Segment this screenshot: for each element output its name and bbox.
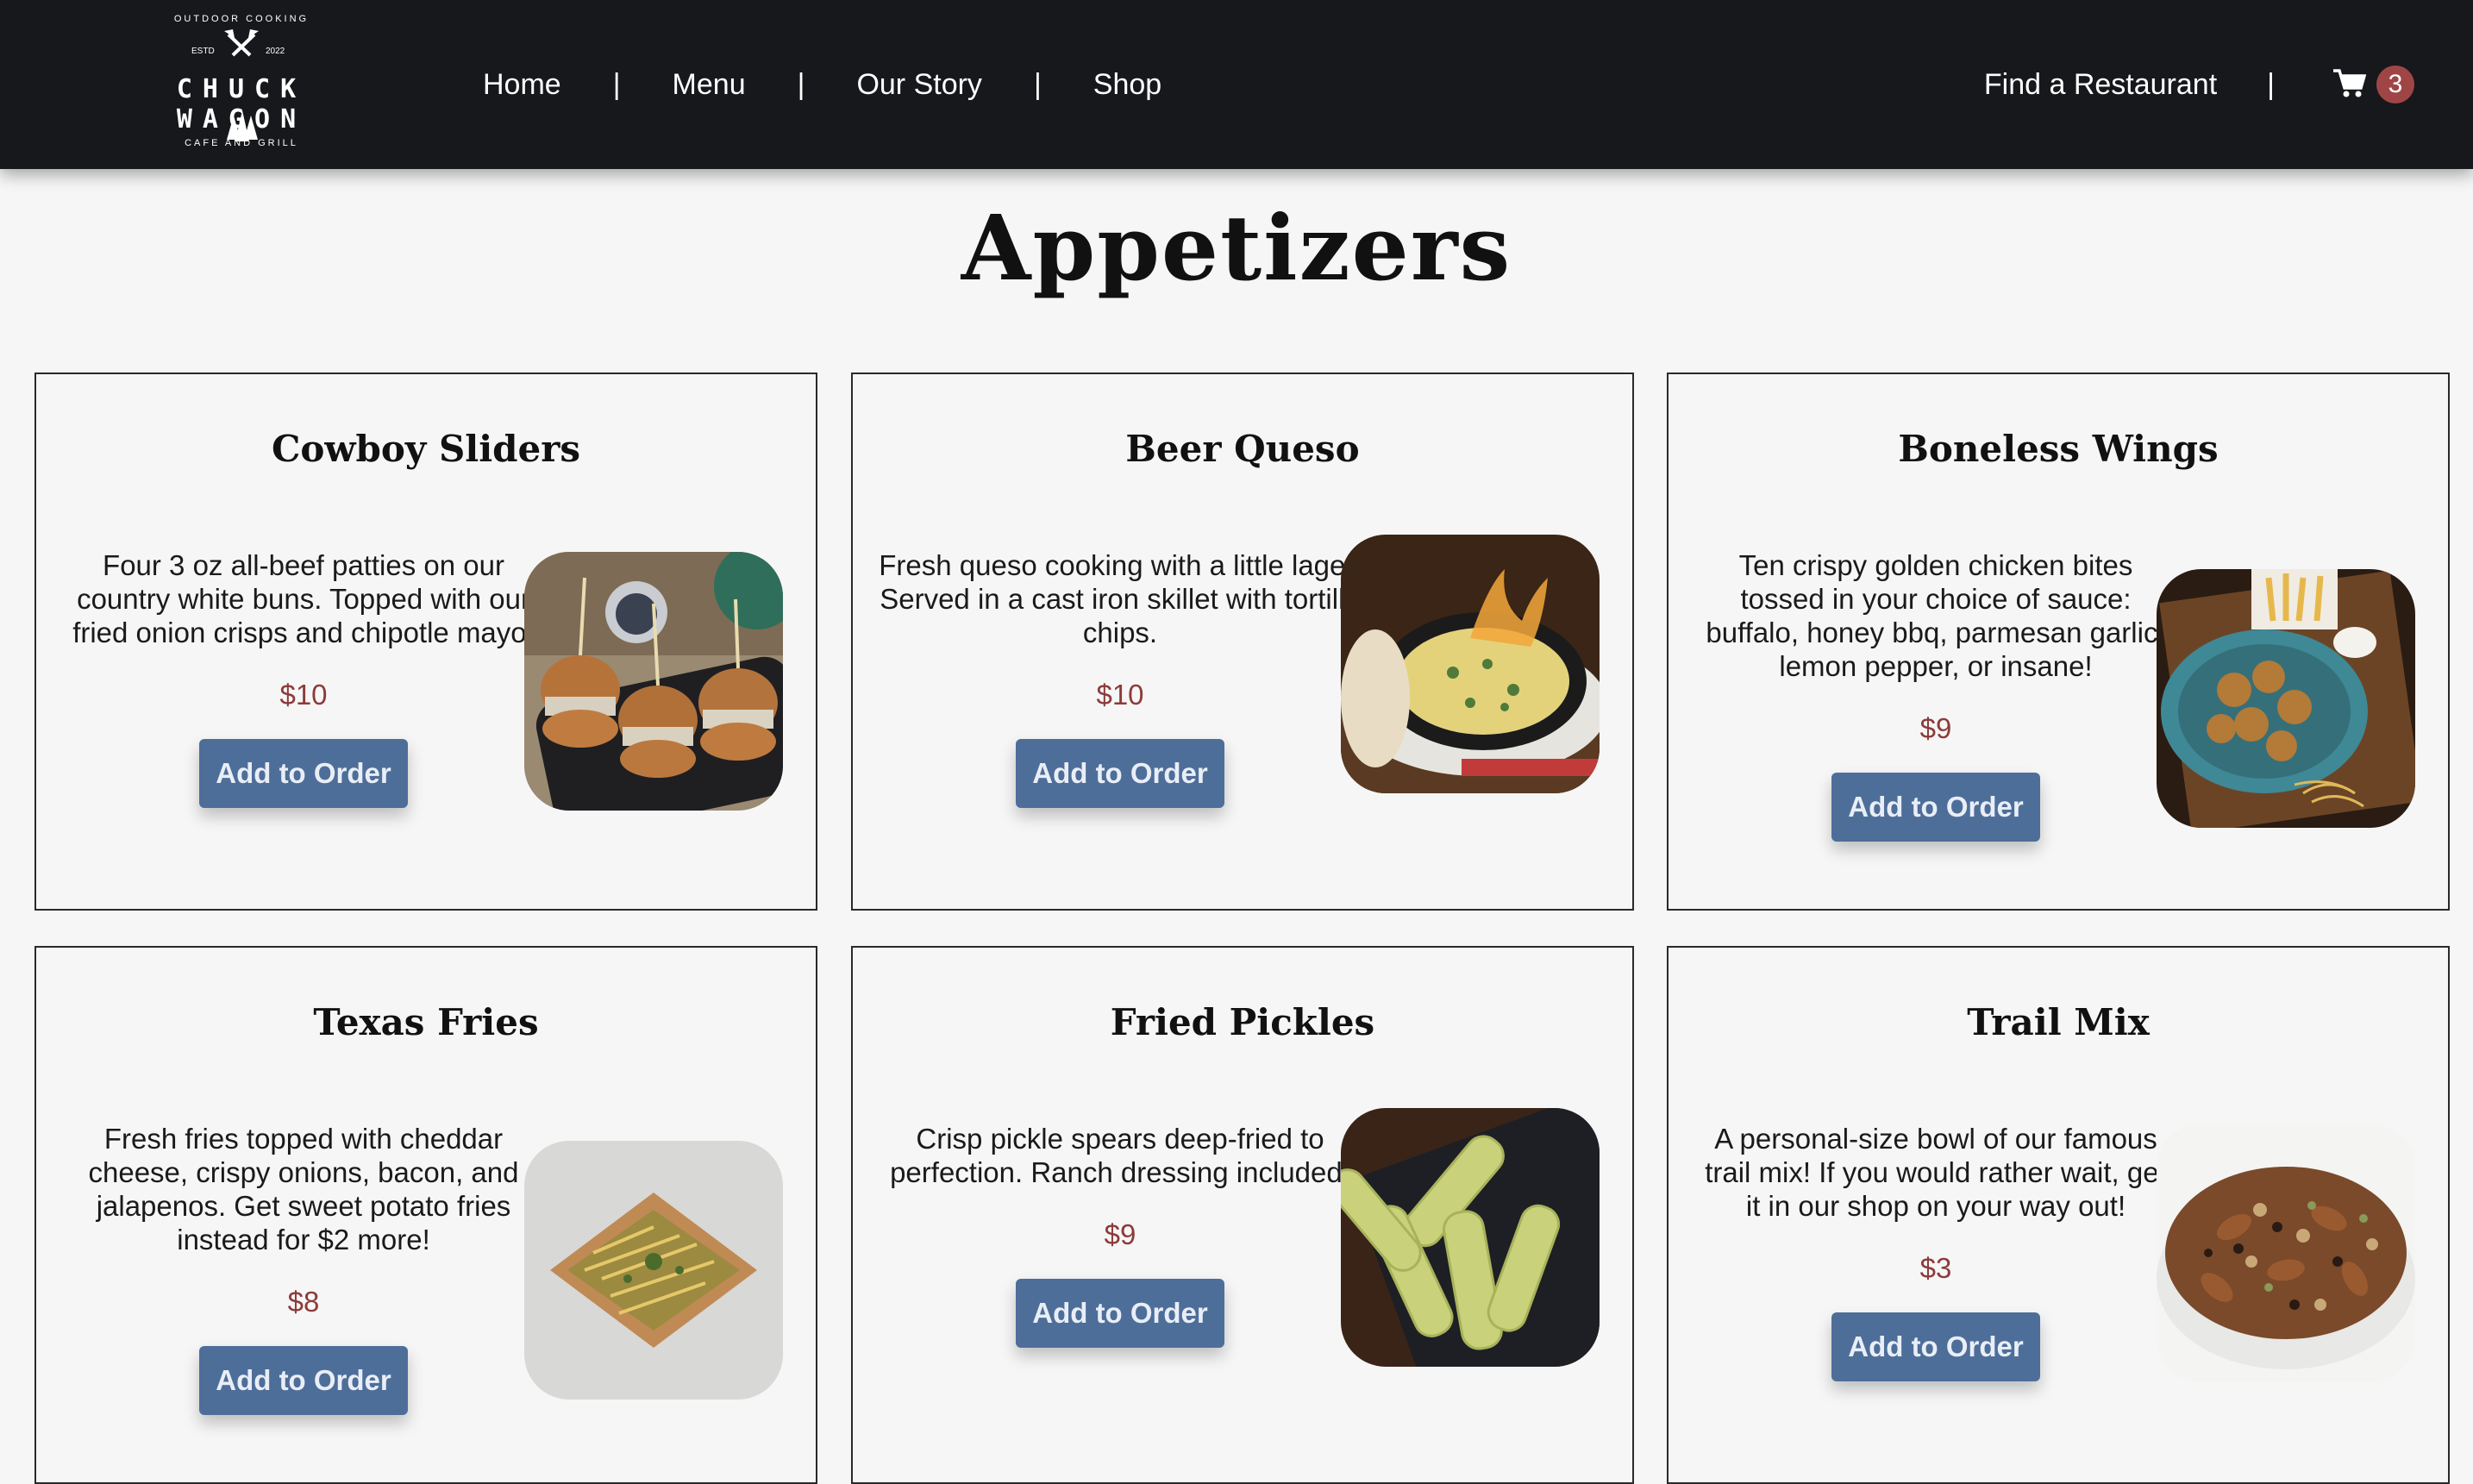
- fries-photo: [524, 1141, 783, 1399]
- menu-card: Cowboy Sliders Four 3 oz all-beef pattie…: [34, 373, 817, 911]
- chuck-wagon-logo[interactable]: OUTDOOR COOKING ESTD 2022 CHUCK WAGON CA…: [112, 10, 371, 157]
- add-to-order-button[interactable]: Add to Order: [1831, 773, 2040, 842]
- main-nav: Home | Menu | Our Story | Shop: [483, 0, 1161, 169]
- nav-home[interactable]: Home: [483, 68, 561, 102]
- add-to-order-button[interactable]: Add to Order: [1831, 1312, 2040, 1381]
- nav-shop[interactable]: Shop: [1093, 68, 1161, 102]
- page-title: Appetizers: [961, 195, 1512, 301]
- card-body: Ten crispy golden chicken bites tossed i…: [1694, 548, 2177, 842]
- cart-icon[interactable]: [2332, 67, 2367, 103]
- add-to-order-button[interactable]: Add to Order: [1016, 1279, 1224, 1348]
- trailmix-photo: [2157, 1124, 2415, 1382]
- card-description: A personal-size bowl of our famous trail…: [1705, 1123, 2167, 1222]
- card-description: Ten crispy golden chicken bites tossed i…: [1706, 549, 2166, 682]
- sliders-photo: [524, 552, 783, 811]
- card-title: Fried Pickles: [1110, 1001, 1375, 1043]
- site-header: OUTDOOR COOKING ESTD 2022 CHUCK WAGON CA…: [0, 0, 2473, 169]
- card-price: $10: [1096, 679, 1144, 711]
- logo-bottom-text: CAFE AND GRILL: [185, 138, 298, 148]
- card-description: Crisp pickle spears deep-fried to perfec…: [890, 1123, 1350, 1188]
- card-price: $10: [279, 679, 328, 711]
- logo-top-text: OUTDOOR COOKING: [173, 14, 310, 24]
- card-body: Four 3 oz all-beef patties on our countr…: [62, 548, 545, 808]
- card-body: Fresh queso cooking with a little lager.…: [879, 548, 1362, 808]
- nav-separator: |: [1033, 67, 1042, 101]
- menu-card: Trail Mix A personal-size bowl of our fa…: [1667, 946, 2450, 1484]
- add-to-order-button[interactable]: Add to Order: [199, 1346, 408, 1415]
- card-title: Beer Queso: [1125, 428, 1360, 470]
- nav-menu[interactable]: Menu: [673, 68, 746, 102]
- cart-count-badge: 3: [2376, 66, 2414, 103]
- nav-our-story[interactable]: Our Story: [856, 68, 981, 102]
- card-title: Boneless Wings: [1898, 428, 2219, 470]
- wings-photo: [2157, 569, 2415, 828]
- card-title: Texas Fries: [313, 1001, 539, 1043]
- logo-estd: ESTD: [191, 47, 215, 56]
- nav-separator: |: [612, 67, 621, 101]
- right-nav: Find a Restaurant | 3: [1984, 0, 2414, 169]
- nav-separator: |: [2267, 67, 2275, 101]
- logo-year: 2022: [266, 47, 285, 56]
- card-body: Crisp pickle spears deep-fried to perfec…: [879, 1122, 1362, 1348]
- add-to-order-button[interactable]: Add to Order: [1016, 739, 1224, 808]
- card-price: $3: [1919, 1252, 1952, 1284]
- cart-button[interactable]: 3: [2332, 66, 2414, 103]
- card-description: Fresh queso cooking with a little lager.…: [879, 549, 1362, 648]
- add-to-order-button[interactable]: Add to Order: [199, 739, 408, 808]
- card-price: $9: [1104, 1218, 1136, 1250]
- menu-card: Beer Queso Fresh queso cooking with a li…: [851, 373, 1634, 911]
- card-description: Four 3 oz all-beef patties on our countr…: [72, 549, 535, 648]
- menu-card: Texas Fries Fresh fries topped with ched…: [34, 946, 817, 1484]
- card-title: Trail Mix: [1967, 1001, 2150, 1043]
- card-price: $8: [287, 1286, 320, 1318]
- menu-card: Fried Pickles Crisp pickle spears deep-f…: [851, 946, 1634, 1484]
- find-restaurant-link[interactable]: Find a Restaurant: [1984, 68, 2217, 102]
- pickles-photo: [1341, 1108, 1600, 1367]
- card-title: Cowboy Sliders: [271, 428, 581, 470]
- card-description: Fresh fries topped with cheddar cheese, …: [88, 1123, 519, 1255]
- nav-separator: |: [797, 67, 805, 101]
- menu-card: Boneless Wings Ten crispy golden chicken…: [1667, 373, 2450, 911]
- card-body: Fresh fries topped with cheddar cheese, …: [62, 1122, 545, 1415]
- queso-photo: [1341, 535, 1600, 793]
- card-price: $9: [1919, 712, 1952, 744]
- logo-title: CHUCK WAGON: [176, 74, 307, 135]
- card-body: A personal-size bowl of our famous trail…: [1694, 1122, 2177, 1381]
